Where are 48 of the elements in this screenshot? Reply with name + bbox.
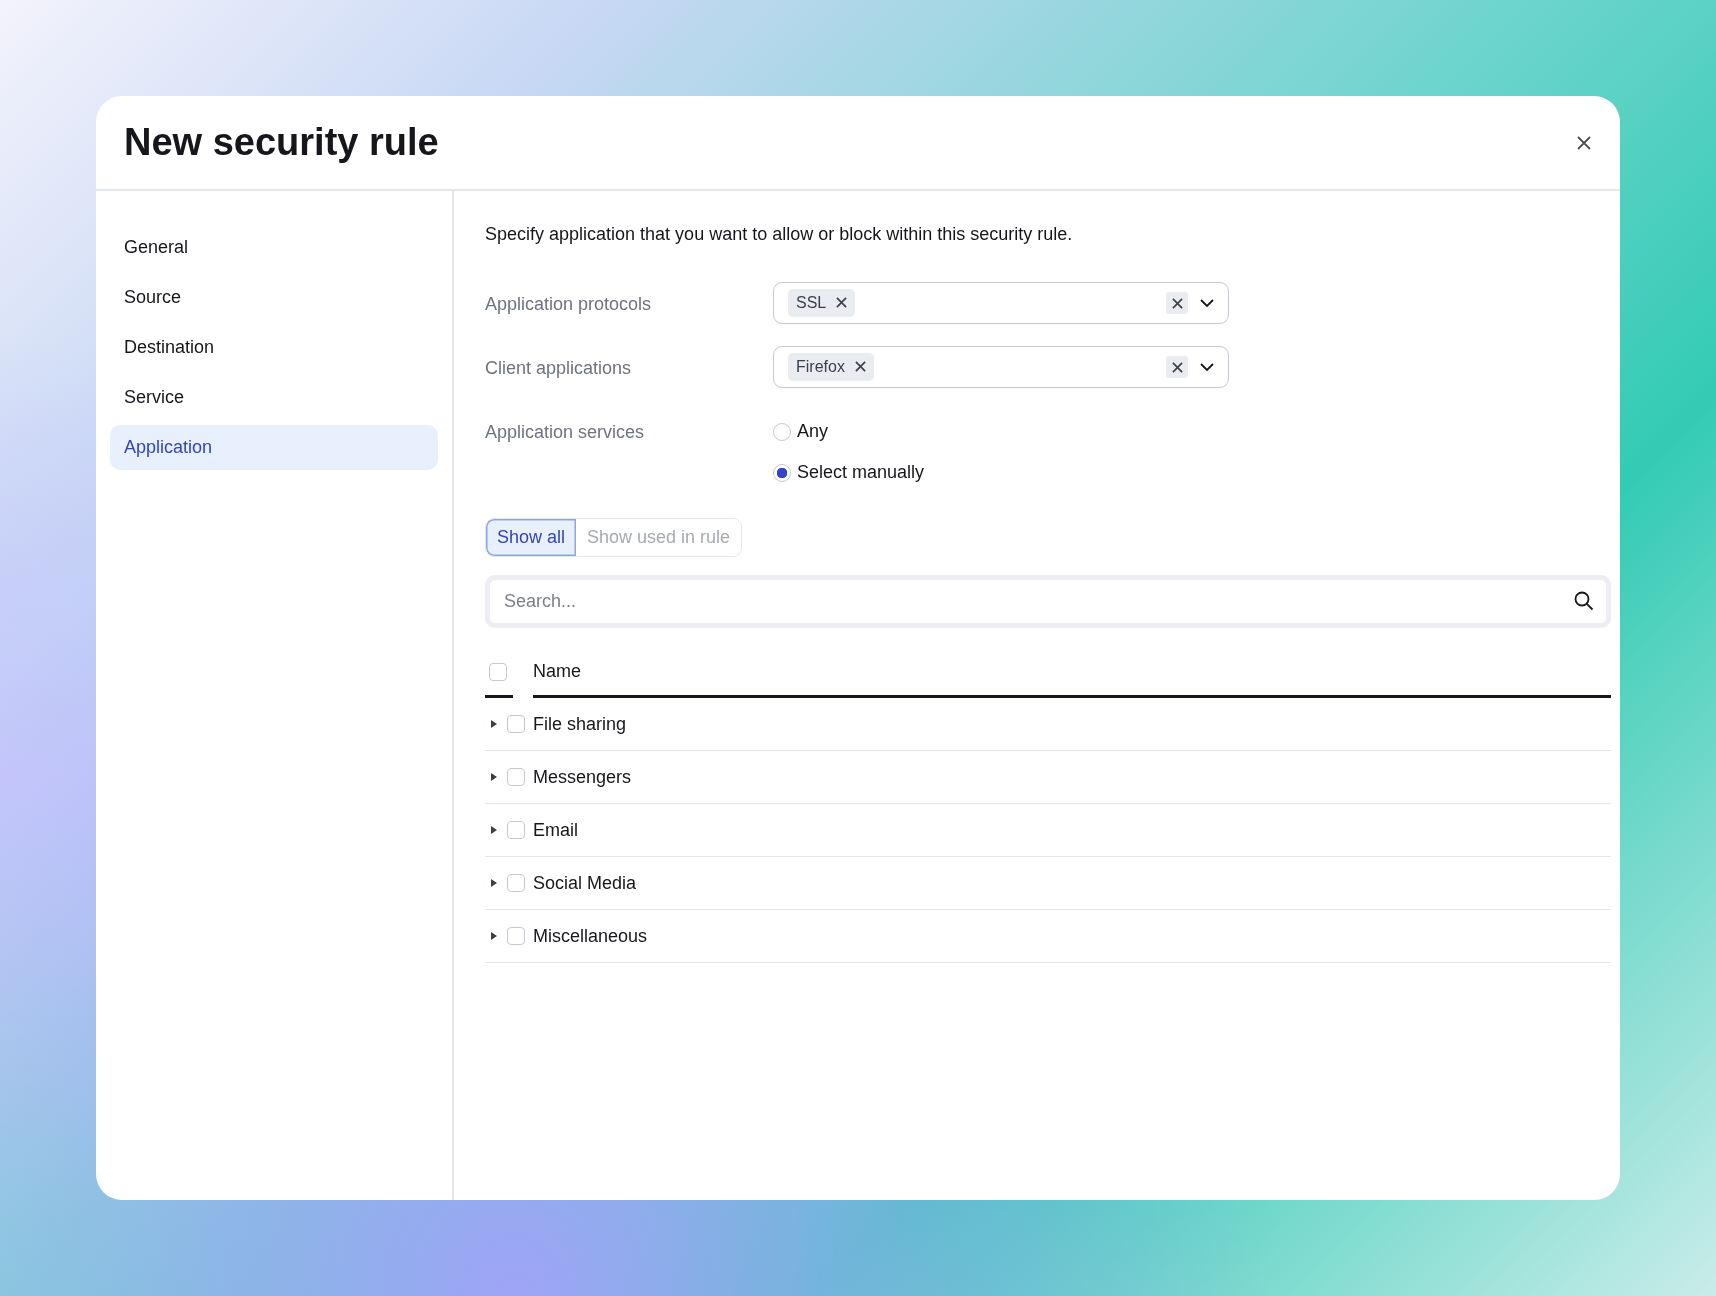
checkbox[interactable] — [507, 768, 525, 786]
chevron-down-icon[interactable] — [1200, 298, 1214, 308]
checkbox[interactable] — [507, 821, 525, 839]
tag-label: SSL — [796, 292, 827, 313]
multiselect-field[interactable]: Firefox — [773, 346, 1229, 388]
row-name: Email — [533, 818, 578, 842]
expand-toggle[interactable] — [489, 825, 499, 835]
field-label: Application protocols — [485, 293, 653, 316]
row-name: Miscellaneous — [533, 924, 648, 948]
sidebar-item[interactable]: Source — [110, 275, 438, 320]
checkbox[interactable] — [489, 662, 507, 681]
remove-icon — [854, 361, 866, 373]
column-header: Name — [533, 660, 581, 683]
close-icon — [1576, 134, 1592, 151]
field-label: Application services — [485, 421, 646, 444]
expand-toggle[interactable] — [489, 931, 499, 941]
search-icon[interactable] — [1574, 591, 1594, 611]
checkbox[interactable] — [507, 874, 525, 892]
sidebar-item[interactable]: Application — [110, 425, 438, 470]
field-label: Client applications — [485, 357, 633, 380]
remove-icon — [836, 297, 848, 309]
remove-tag-button[interactable] — [854, 361, 866, 373]
remove-icon — [1171, 297, 1183, 309]
radio-button[interactable] — [773, 463, 791, 482]
row-name: Social Media — [533, 871, 637, 895]
expand-toggle[interactable] — [489, 772, 499, 782]
remove-icon — [1171, 361, 1183, 373]
chevron-down-icon[interactable] — [1200, 362, 1214, 372]
radio-label: Select manually — [797, 461, 925, 484]
clear-button[interactable] — [1166, 356, 1188, 378]
sidebar-item[interactable]: Destination — [110, 325, 438, 370]
expand-toggle[interactable] — [489, 719, 499, 729]
multiselect-field[interactable]: SSL — [773, 282, 1229, 324]
tag-label: Firefox — [796, 356, 845, 377]
sidebar-item[interactable]: General — [110, 225, 438, 270]
checkbox[interactable] — [507, 927, 525, 945]
expand-toggle[interactable] — [489, 878, 499, 888]
clear-button[interactable] — [1166, 292, 1188, 314]
dialog-title: New security rule — [124, 119, 439, 165]
checkbox[interactable] — [507, 715, 525, 733]
radio-label: Any — [797, 420, 829, 443]
row-name: File sharing — [533, 712, 627, 736]
row-name: Messengers — [533, 765, 632, 789]
sidebar-item[interactable]: Service — [110, 375, 438, 420]
search-field[interactable]: Search... — [485, 575, 1611, 628]
remove-tag-button[interactable] — [836, 297, 848, 309]
description-text: Specify application that you want to allow or block within this security rule. — [485, 223, 1074, 246]
filter-tab[interactable]: Show all — [486, 519, 577, 556]
